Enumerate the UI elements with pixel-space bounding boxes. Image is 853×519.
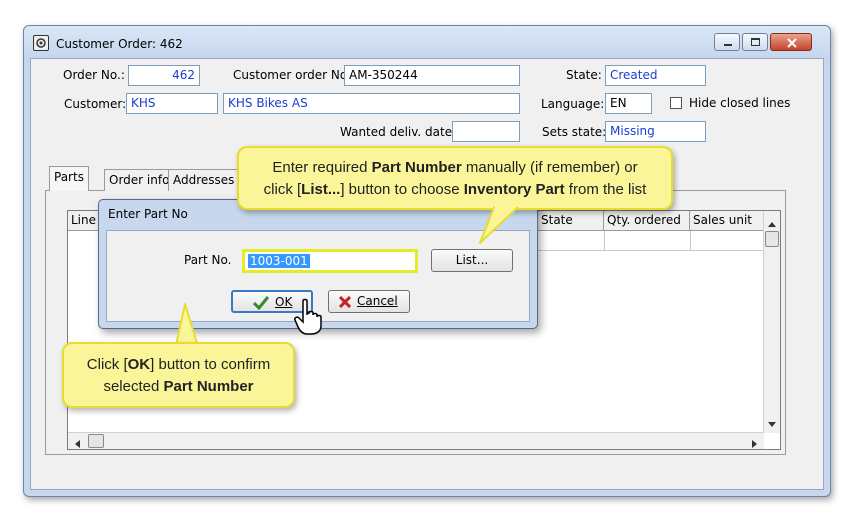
wanted-deliv-date-field[interactable] (452, 121, 520, 142)
part-no-input[interactable]: 1003-001 (242, 249, 418, 273)
vertical-scroll-thumb[interactable] (765, 231, 779, 247)
close-button[interactable] (770, 33, 812, 51)
callout-bottom-line1: Click [OK] button to confirm (86, 356, 271, 373)
scroll-down-icon[interactable] (768, 417, 776, 431)
sets-state-label: Sets state: (542, 125, 607, 139)
title-bar: Customer Order: 462 (24, 26, 830, 60)
state-label: State: (566, 68, 602, 82)
customer-order-no-field[interactable]: AM-350244 (344, 65, 520, 86)
tab-parts[interactable]: Parts (49, 166, 89, 191)
scroll-right-icon[interactable] (752, 437, 758, 451)
column-header-qty-ordered[interactable]: Qty. ordered (604, 211, 690, 231)
state-field[interactable]: Created (605, 65, 706, 86)
window-title: Customer Order: 462 (56, 37, 183, 51)
callout-bottom-line2: selected Part Number (103, 378, 254, 395)
tab-order-info[interactable]: Order info (104, 169, 175, 191)
order-no-label: Order No.: (63, 68, 125, 82)
scroll-left-icon[interactable] (74, 437, 80, 451)
grid-row[interactable] (538, 231, 764, 251)
column-header-state[interactable]: State (538, 211, 604, 231)
callout-top-line2: click [List...] button to choose Invento… (263, 181, 647, 198)
vertical-scrollbar[interactable] (763, 211, 780, 433)
callout-enter-part-number: Enter required Part Number manually (if … (237, 146, 673, 210)
ok-label: OK (275, 295, 293, 309)
customer-name-field[interactable]: KHS Bikes AS (223, 93, 520, 114)
language-label: Language: (541, 97, 605, 111)
cancel-label: Cancel (357, 294, 398, 308)
sets-state-field[interactable]: Missing (605, 121, 706, 142)
scroll-up-icon[interactable] (768, 216, 776, 230)
order-no-field[interactable]: 462 (128, 65, 200, 86)
cancel-x-icon (339, 296, 351, 308)
maximize-button[interactable] (742, 33, 768, 51)
close-icon (787, 38, 797, 48)
callout-top-pointer (479, 205, 521, 244)
horizontal-scrollbar[interactable] (68, 432, 764, 449)
minimize-button[interactable] (714, 33, 740, 51)
customer-code-field[interactable]: KHS (126, 93, 218, 114)
hide-closed-lines-label: Hide closed lines (689, 96, 791, 110)
app-icon (33, 35, 49, 51)
language-field[interactable]: EN (605, 93, 652, 114)
checkmark-icon (253, 296, 269, 310)
cancel-button[interactable]: Cancel (328, 290, 410, 313)
customer-label: Customer: (64, 97, 127, 111)
callout-top-line1: Enter required Part Number manually (if … (272, 159, 638, 176)
callout-click-ok: Click [OK] button to confirm selected Pa… (62, 342, 295, 408)
part-no-label: Part No. (184, 253, 232, 267)
dialog-title: Enter Part No (108, 207, 188, 221)
tab-addresses[interactable]: Addresses (168, 169, 240, 191)
list-button[interactable]: List... (431, 249, 513, 272)
wanted-deliv-date-label: Wanted deliv. date: (340, 125, 457, 139)
customer-order-no-label: Customer order No.: (233, 68, 355, 82)
part-no-value: 1003-001 (248, 254, 310, 268)
hand-cursor-icon (294, 298, 322, 335)
hide-closed-lines-checkbox[interactable] (670, 97, 682, 109)
column-header-line[interactable]: Line (68, 211, 102, 231)
horizontal-scroll-thumb[interactable] (88, 434, 104, 448)
column-header-sales-unit[interactable]: Sales unit (690, 211, 764, 231)
